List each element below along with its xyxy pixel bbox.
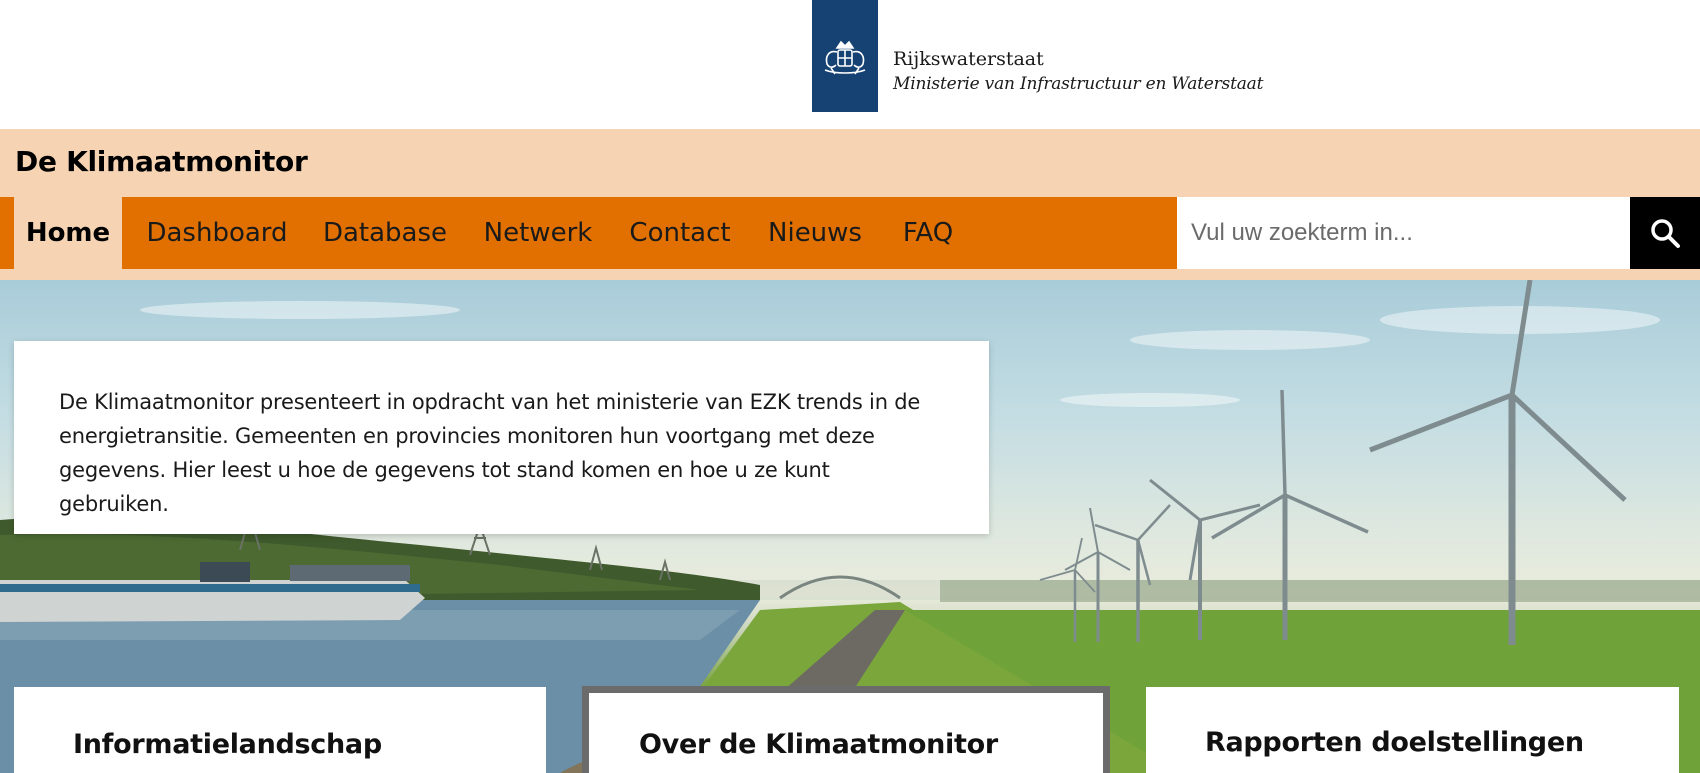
tile-title: Informatielandschap xyxy=(73,729,382,760)
tile-title: Rapporten doelstellingen xyxy=(1205,727,1584,758)
nav-item-faq[interactable]: FAQ xyxy=(894,197,962,269)
nav-item-netwerk[interactable]: Netwerk xyxy=(468,197,608,269)
rijkswaterstaat-logo[interactable] xyxy=(812,0,878,112)
nav-item-home[interactable]: Home xyxy=(14,197,122,269)
hero-banner: De Klimaatmonitor presenteert in opdrach… xyxy=(0,280,1700,773)
header-logo-bar: Rijkswaterstaat Ministerie van Infrastru… xyxy=(0,0,1700,129)
search-input[interactable] xyxy=(1177,197,1630,269)
tile-over-de-klimaatmonitor[interactable]: Over de Klimaatmonitor xyxy=(582,686,1110,773)
main-navigation: Home Dashboard Database Netwerk Contact … xyxy=(0,197,1177,269)
coat-of-arms-icon xyxy=(824,40,866,75)
tile-title: Over de Klimaatmonitor xyxy=(639,729,998,760)
tile-informatielandschap[interactable]: Informatielandschap xyxy=(14,687,546,773)
search-icon xyxy=(1651,219,1680,248)
intro-card: De Klimaatmonitor presenteert in opdrach… xyxy=(14,341,989,534)
nav-item-database[interactable]: Database xyxy=(310,197,460,269)
nav-item-dashboard[interactable]: Dashboard xyxy=(134,197,300,269)
logo-subtitle: Ministerie van Infrastructuur en Waterst… xyxy=(893,74,1264,94)
site-header: De Klimaatmonitor Home Dashboard Databas… xyxy=(0,129,1700,280)
search-button[interactable] xyxy=(1630,197,1700,269)
nav-item-nieuws[interactable]: Nieuws xyxy=(760,197,870,269)
logo-wordmark: Rijkswaterstaat Ministerie van Infrastru… xyxy=(893,46,1263,96)
nav-item-contact[interactable]: Contact xyxy=(618,197,742,269)
intro-text: De Klimaatmonitor presenteert in opdrach… xyxy=(59,390,921,516)
logo-name: Rijkswaterstaat xyxy=(893,48,1044,70)
tile-rapporten-doelstellingen[interactable]: Rapporten doelstellingen xyxy=(1146,687,1679,773)
site-title[interactable]: De Klimaatmonitor xyxy=(15,145,308,178)
